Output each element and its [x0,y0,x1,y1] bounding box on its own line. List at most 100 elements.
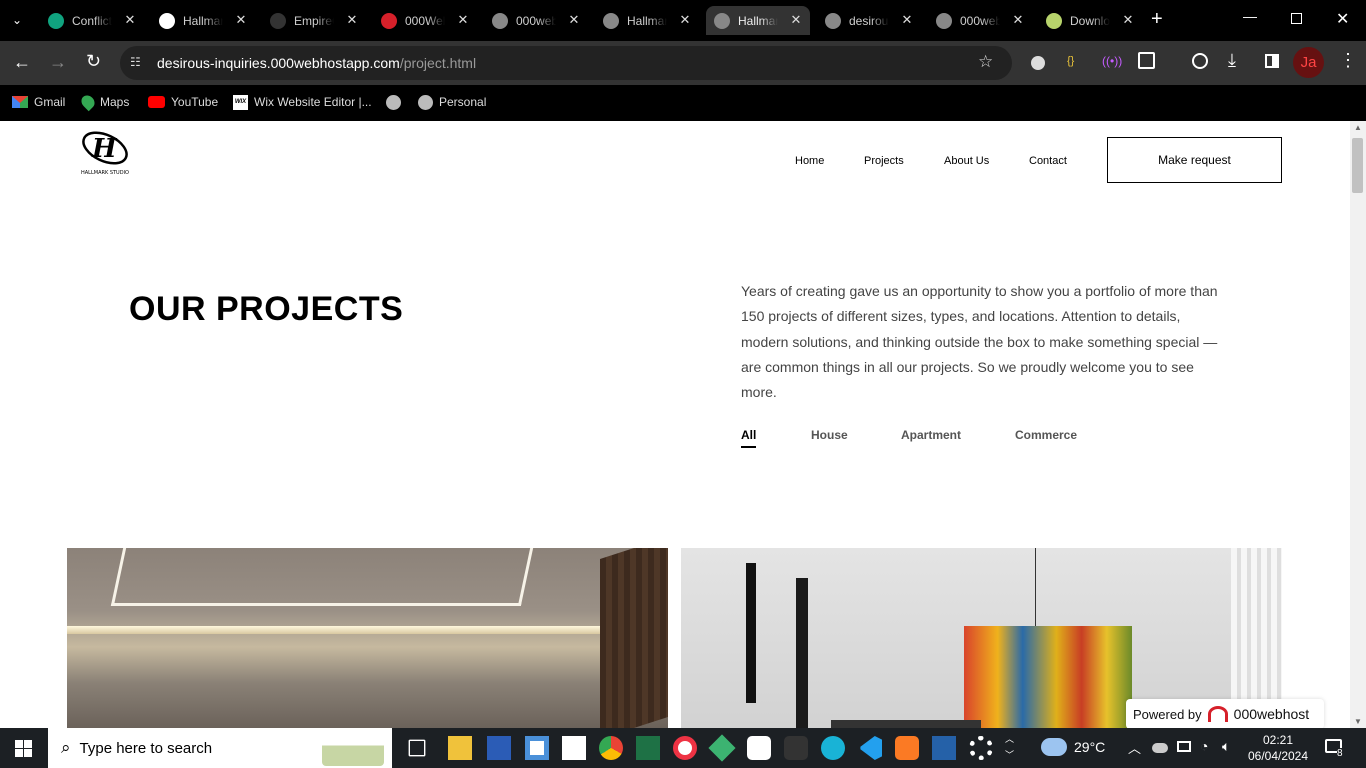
tab-favicon-icon [381,12,397,29]
tab-close-icon[interactable]: ✕ [455,12,471,28]
performance-icon[interactable] [1192,53,1208,69]
wifi-icon[interactable]: ◔ [1200,738,1208,754]
chrome-icon[interactable] [599,736,623,760]
tab-favicon-icon [603,12,619,29]
side-panel-icon[interactable] [1265,54,1279,68]
excel-icon[interactable] [636,736,660,760]
browser-tab[interactable]: 000web ✕ [928,6,1032,35]
vscode-icon[interactable] [860,736,882,760]
tab-close-icon[interactable]: ✕ [1120,12,1136,28]
tab-title: Hallmark [183,13,223,28]
browser-tab[interactable]: Hallmark ✕ [151,6,255,35]
nav-contact[interactable]: Contact [1029,155,1067,167]
app-icon-green[interactable] [708,734,736,762]
filter-apartment[interactable]: Apartment [901,428,961,442]
scrollbar-thumb[interactable] [1352,138,1363,193]
maps-pin-icon [78,92,98,112]
extensions-puzzle-icon[interactable] [1138,52,1155,69]
clock[interactable]: 02:21 06/04/2024 [1247,732,1309,764]
xampp-icon[interactable] [895,736,919,760]
nav-projects[interactable]: Projects [864,155,904,167]
download-icon[interactable]: ⤓ [1228,50,1236,71]
taskbar-scroll-arrows[interactable]: ︿ ﹀ [1005,731,1014,763]
filter-commerce[interactable]: Commerce [1015,428,1077,442]
filter-all[interactable]: All [741,428,757,448]
browser-tab[interactable]: desirous ✕ [817,6,921,35]
word-icon[interactable] [487,736,511,760]
browser-tab[interactable]: Conflict ✕ [40,6,144,35]
file-explorer-icon[interactable] [448,736,472,760]
mail-icon[interactable] [562,736,586,760]
door-frame [746,563,756,703]
extension-icon-3[interactable]: ((•)) [1102,54,1122,68]
make-request-button[interactable]: Make request [1107,137,1282,183]
nav-about-us[interactable]: About Us [944,155,989,167]
browser-tab[interactable]: Hallmark ✕ [595,6,699,35]
tab-close-icon[interactable]: ✕ [788,12,804,28]
tab-close-icon[interactable]: ✕ [677,12,693,28]
task-view-icon[interactable] [408,739,426,757]
bookmarks-bar: Gmail Maps YouTube WIX Wix Website Editor… [0,85,1366,121]
taskbar-search-box[interactable]: ⌕ Type here to search [48,728,392,768]
browser-tab[interactable]: Hallmark ✕ [706,6,810,35]
tab-close-icon[interactable]: ✕ [344,12,360,28]
tab-close-icon[interactable]: ✕ [899,12,915,28]
bookmark-wix[interactable]: WIX Wix Website Editor |... [233,92,372,112]
tab-search-dropdown[interactable]: ⌄ [12,13,22,27]
device-icon[interactable] [1177,741,1191,752]
bookmark-youtube[interactable]: YouTube [148,92,218,112]
tab-title: desirous [849,13,889,28]
store-icon[interactable] [525,736,549,760]
show-hidden-icons[interactable]: ︿ [1128,738,1141,757]
scroll-down-arrow[interactable]: ▼ [1354,717,1362,726]
minimize-button[interactable]: — [1243,8,1257,24]
gmail-icon [12,96,28,108]
browser-tab[interactable]: EmpireC ✕ [262,6,366,35]
scroll-up-arrow[interactable]: ▲ [1354,123,1362,132]
forward-button[interactable]: → [49,52,67,73]
tab-favicon-icon [270,12,286,29]
menu-kebab-icon[interactable]: ⋮ [1339,50,1357,71]
back-button[interactable]: ← [13,52,31,73]
browser-tab[interactable]: Downlo ✕ [1038,6,1142,35]
new-tab-button[interactable]: + [1151,8,1163,31]
davinci-icon[interactable] [784,736,808,760]
profile-avatar-icon[interactable]: Ja [1293,47,1324,78]
extension-icon-1[interactable] [1031,56,1045,70]
bookmark-globe[interactable] [386,92,407,112]
browser-tab[interactable]: 000Web ✕ [373,6,477,35]
bookmark-star-icon[interactable]: ☆ [978,52,993,72]
volume-icon[interactable]: 🔈︎ [1222,738,1230,755]
bookmark-maps[interactable]: Maps [78,92,129,112]
nav-home[interactable]: Home [795,155,824,167]
webpage: H HALLMARK STUDIO Home Projects About Us… [0,121,1350,728]
capcut-icon[interactable] [747,736,771,760]
restore-button[interactable] [1291,13,1302,24]
tab-close-icon[interactable]: ✕ [566,12,582,28]
tab-favicon-icon [159,12,175,29]
canva-icon[interactable] [821,736,845,760]
bookmark-gmail[interactable]: Gmail [12,92,65,112]
tab-close-icon[interactable]: ✕ [1010,12,1026,28]
wall-light [67,626,667,634]
close-window-button[interactable]: ✕ [1336,9,1349,29]
weather-temp[interactable]: 29°C [1074,739,1105,755]
project-image-1[interactable] [67,548,668,728]
powershell-icon[interactable] [932,736,956,760]
site-info-icon[interactable]: ☷ [130,55,141,69]
filter-house[interactable]: House [811,428,848,442]
site-logo[interactable]: H HALLMARK STUDIO [78,126,132,176]
reload-button[interactable]: ↻ [86,51,101,72]
bookmark-personal[interactable]: Personal [418,92,486,112]
tab-close-icon[interactable]: ✕ [233,12,249,28]
browser-tab[interactable]: 000web ✕ [484,6,588,35]
page-scrollbar[interactable]: ▲ ▼ [1350,121,1366,728]
windows-start-icon[interactable] [15,740,32,757]
settings-gear-icon[interactable] [969,736,993,760]
onedrive-icon[interactable] [1152,743,1168,753]
extension-icon-2[interactable]: {} [1067,55,1074,67]
powered-by-badge[interactable]: Powered by 000webhost [1126,699,1324,728]
brave-icon[interactable] [673,736,697,760]
tab-close-icon[interactable]: ✕ [122,12,138,28]
address-bar[interactable]: ☷ desirous-inquiries.000webhostapp.com/p… [120,46,1012,80]
